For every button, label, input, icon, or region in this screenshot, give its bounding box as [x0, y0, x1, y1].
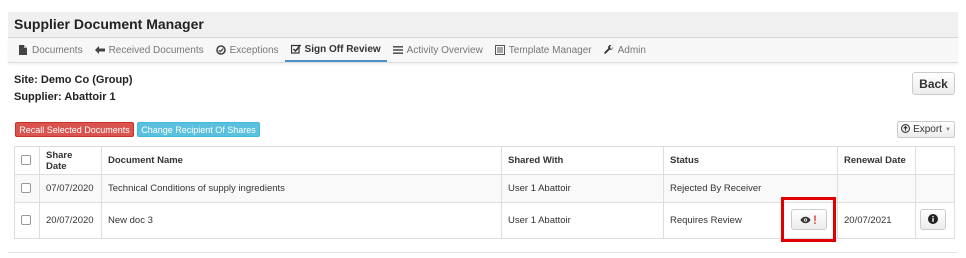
list-icon [392, 45, 403, 55]
row-select-cell [14, 202, 40, 239]
info-icon [928, 211, 938, 229]
ban-icon [215, 45, 226, 55]
tab-label: Exceptions [229, 44, 279, 56]
cell-share-date: 07/07/2020 [39, 174, 102, 203]
select-all-cell [14, 146, 40, 175]
header-document-name[interactable]: Document Name [101, 146, 502, 175]
cell-shared-with: User 1 Abattoir [501, 202, 664, 239]
tab-label: Template Manager [508, 44, 592, 56]
tab-label: Activity Overview [406, 44, 483, 56]
select-all-checkbox[interactable] [21, 155, 31, 166]
app-header: Supplier Document Manager [8, 12, 958, 38]
cell-share-date: 20/07/2020 [39, 202, 102, 239]
tab-documents[interactable]: Documents [12, 38, 89, 62]
table-header-row: Share Date Document Name Shared With Sta… [14, 146, 955, 175]
tab-exceptions[interactable]: Exceptions [210, 38, 285, 62]
header-status[interactable]: Status [663, 146, 838, 175]
cell-actions [915, 174, 955, 203]
cell-renewal-date [837, 174, 916, 203]
tab-label: Sign Off Review [304, 43, 381, 55]
tab-label: Documents [32, 44, 83, 56]
tab-label: Admin [617, 44, 646, 56]
tab-sign-off-review[interactable]: Sign Off Review [284, 38, 387, 62]
back-button[interactable]: Back [912, 72, 955, 95]
eye-icon [800, 211, 811, 229]
cell-document-name: Technical Conditions of supply ingredien… [101, 174, 502, 203]
info-button[interactable] [920, 209, 946, 230]
header-share-date[interactable]: Share Date [39, 146, 102, 175]
export-button[interactable]: Export ▼ [897, 121, 955, 138]
tab-label: Received Documents [108, 44, 204, 56]
template-icon [494, 45, 505, 55]
supplier-label: Supplier: Abattoir 1 [14, 91, 116, 103]
change-recipient-button[interactable]: Change Recipient Of Shares [137, 122, 260, 137]
wrench-icon [603, 45, 613, 55]
site-label: Site: Demo Co (Group) [14, 74, 133, 86]
check-square-icon [290, 44, 301, 54]
export-label: Export [913, 124, 942, 135]
review-document-button[interactable]: ! [790, 209, 827, 230]
exclamation-icon: ! [813, 212, 817, 227]
app-title: Supplier Document Manager [14, 16, 204, 32]
tab-template-manager[interactable]: Template Manager [489, 38, 598, 62]
nav-tabs: Documents Received Documents Exceptions … [8, 38, 958, 63]
tab-received-documents[interactable]: Received Documents [89, 38, 210, 62]
row-checkbox[interactable] [21, 215, 31, 226]
row-checkbox[interactable] [21, 183, 31, 194]
tab-admin[interactable]: Admin [598, 38, 652, 62]
recall-selected-button[interactable]: Recall Selected Documents [15, 122, 134, 137]
row-select-cell [14, 174, 40, 203]
chevron-down-icon: ▼ [944, 126, 951, 133]
export-icon [901, 123, 911, 136]
header-shared-with[interactable]: Shared With [501, 146, 664, 175]
cell-renewal-date: 20/07/2021 [837, 202, 916, 239]
header-actions [915, 146, 955, 175]
divider [8, 252, 958, 253]
header-renewal-date[interactable]: Renewal Date [837, 146, 916, 175]
file-icon [18, 45, 27, 55]
tab-activity-overview[interactable]: Activity Overview [387, 38, 489, 62]
review-highlight-box: ! [781, 197, 836, 242]
cell-document-name: New doc 3 [101, 202, 502, 239]
arrow-left-icon [94, 45, 105, 55]
cell-shared-with: User 1 Abattoir [501, 174, 664, 203]
